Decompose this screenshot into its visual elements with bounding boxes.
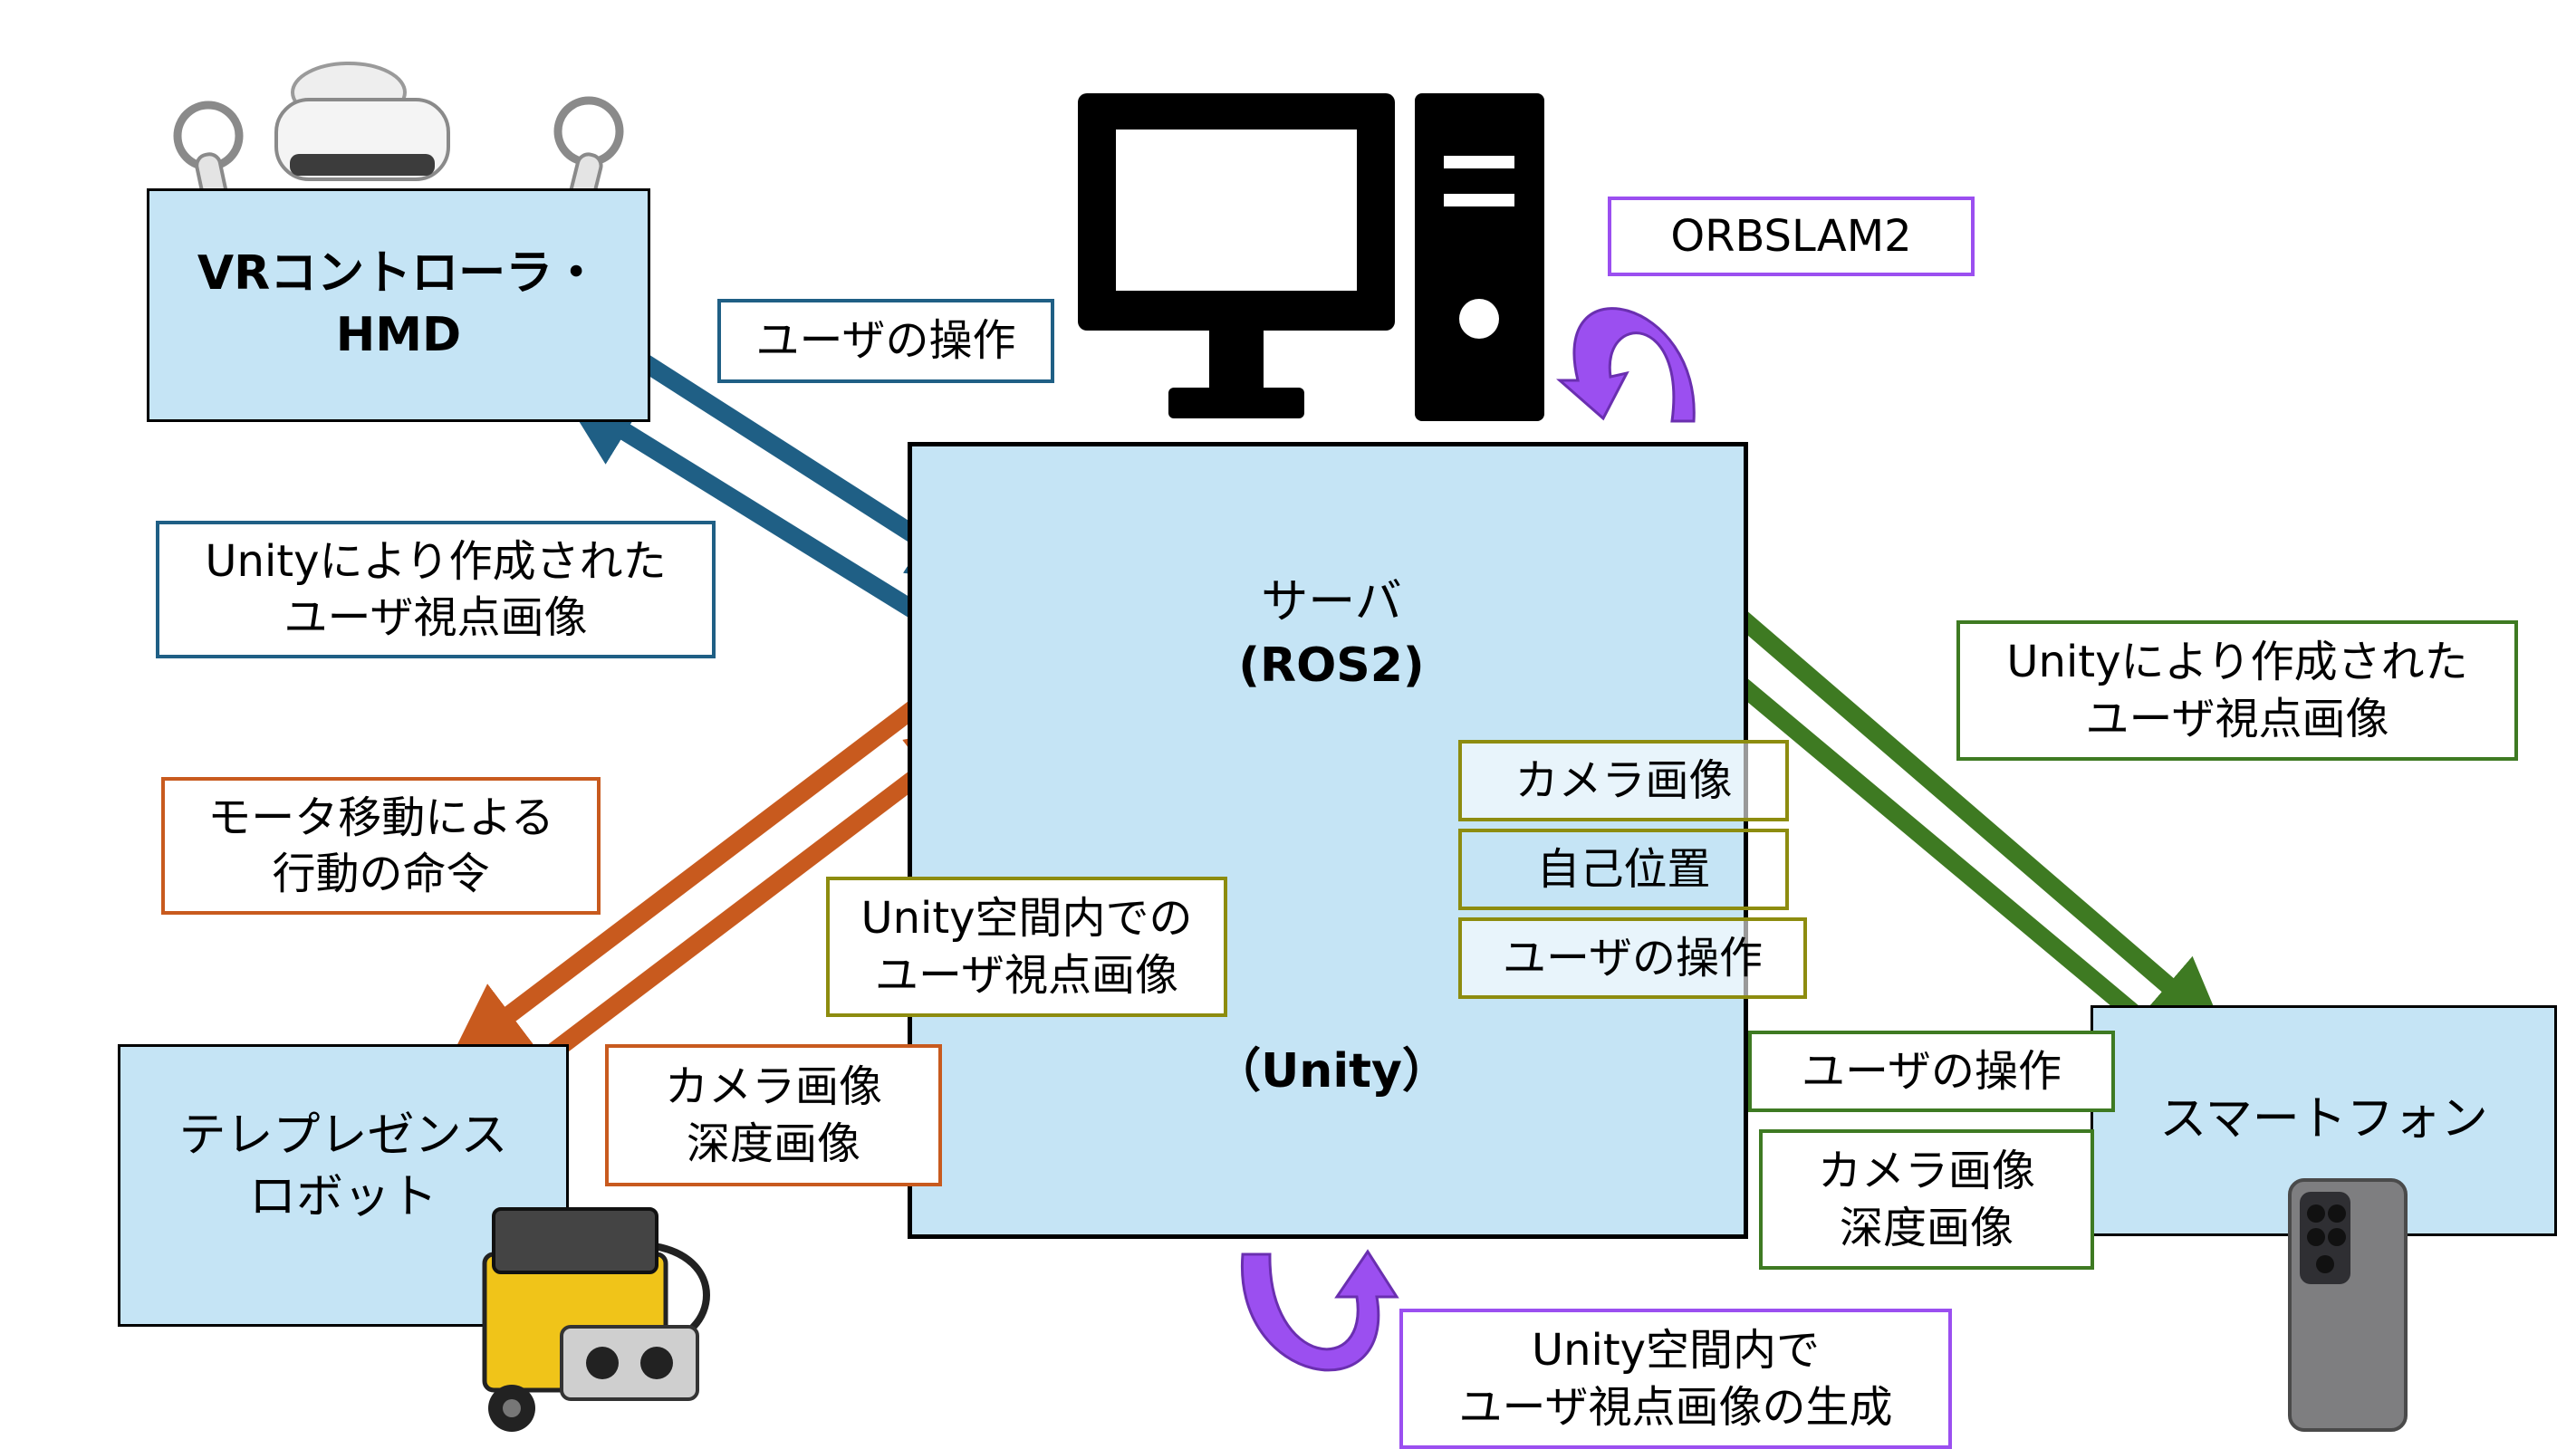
robot-node-line1: テレプレゼンス — [178, 1108, 508, 1164]
label-orbslam2: ORBSLAM2 — [1608, 197, 1975, 276]
label-down-camera-image: カメラ画像 — [1458, 740, 1789, 821]
vr-node-line2: HMD — [335, 308, 462, 362]
label-robot-command: モータ移動による 行動の命令 — [161, 777, 601, 915]
orbslam-loop-arrow — [1556, 307, 1696, 423]
label-robot-command-line2: 行動の命令 — [272, 849, 490, 899]
label-phone-camera-line1: カメラ画像 — [1817, 1146, 2035, 1197]
label-unity-generation-line2: ユーザ視点画像の生成 — [1458, 1381, 1893, 1433]
label-phone-camera-depth: カメラ画像 深度画像 — [1759, 1129, 2094, 1270]
label-unity-generation-line1: Unity空間内で — [1531, 1325, 1821, 1377]
vr-controller-hmd-node: VRコントローラ・ HMD — [147, 188, 650, 422]
robot-photo-icon — [482, 1207, 710, 1432]
label-vr-user-view: Unityにより作成された ユーザ視点画像 — [156, 521, 716, 658]
label-vr-user-view-line1: Unityにより作成された — [205, 535, 667, 587]
label-robot-camera-line1: カメラ画像 — [664, 1061, 882, 1113]
smartphone-photo-icon — [2288, 1178, 2408, 1432]
label-phone-user-operation: ユーザの操作 — [1748, 1031, 2115, 1112]
label-unity-user-view: Unity空間内での ユーザ視点画像 — [826, 877, 1227, 1017]
label-vr-user-operation: ユーザの操作 — [717, 299, 1054, 383]
label-down-self-position: 自己位置 — [1458, 829, 1789, 910]
label-unity-user-view-line1: Unity空間内での — [860, 893, 1193, 945]
label-phone-camera-line2: 深度画像 — [1839, 1202, 2014, 1253]
label-vr-user-view-line2: ユーザ視点画像 — [284, 592, 588, 643]
label-unity-user-view-line2: ユーザ視点画像 — [874, 949, 1179, 1001]
label-phone-user-view: Unityにより作成された ユーザ視点画像 — [1956, 620, 2518, 761]
phone-node-line1: スマートフォン — [2159, 1092, 2488, 1147]
desktop-computer-icon — [1078, 93, 1544, 421]
server-unity-label: （Unity） — [1214, 1044, 1449, 1099]
label-phone-user-view-line2: ユーザ視点画像 — [2085, 693, 2389, 744]
label-phone-user-view-line1: Unityにより作成された — [2006, 637, 2468, 688]
robot-node-line2: ロボット — [248, 1170, 437, 1224]
label-robot-command-line1: モータ移動による — [207, 792, 554, 843]
label-robot-camera-depth: カメラ画像 深度画像 — [605, 1044, 942, 1186]
label-down-user-operation: ユーザの操作 — [1458, 917, 1807, 999]
label-unity-generation: Unity空間内で ユーザ視点画像の生成 — [1399, 1309, 1952, 1449]
server-title-line2: (ROS2) — [1238, 638, 1425, 694]
label-robot-camera-line2: 深度画像 — [686, 1118, 860, 1169]
unity-loop-arrow — [1241, 1249, 1399, 1372]
vr-node-line1: VRコントローラ・ — [197, 246, 601, 302]
server-title-line1: サーバ — [1261, 575, 1402, 629]
server-title: サーバ (ROS2) — [1132, 571, 1531, 697]
